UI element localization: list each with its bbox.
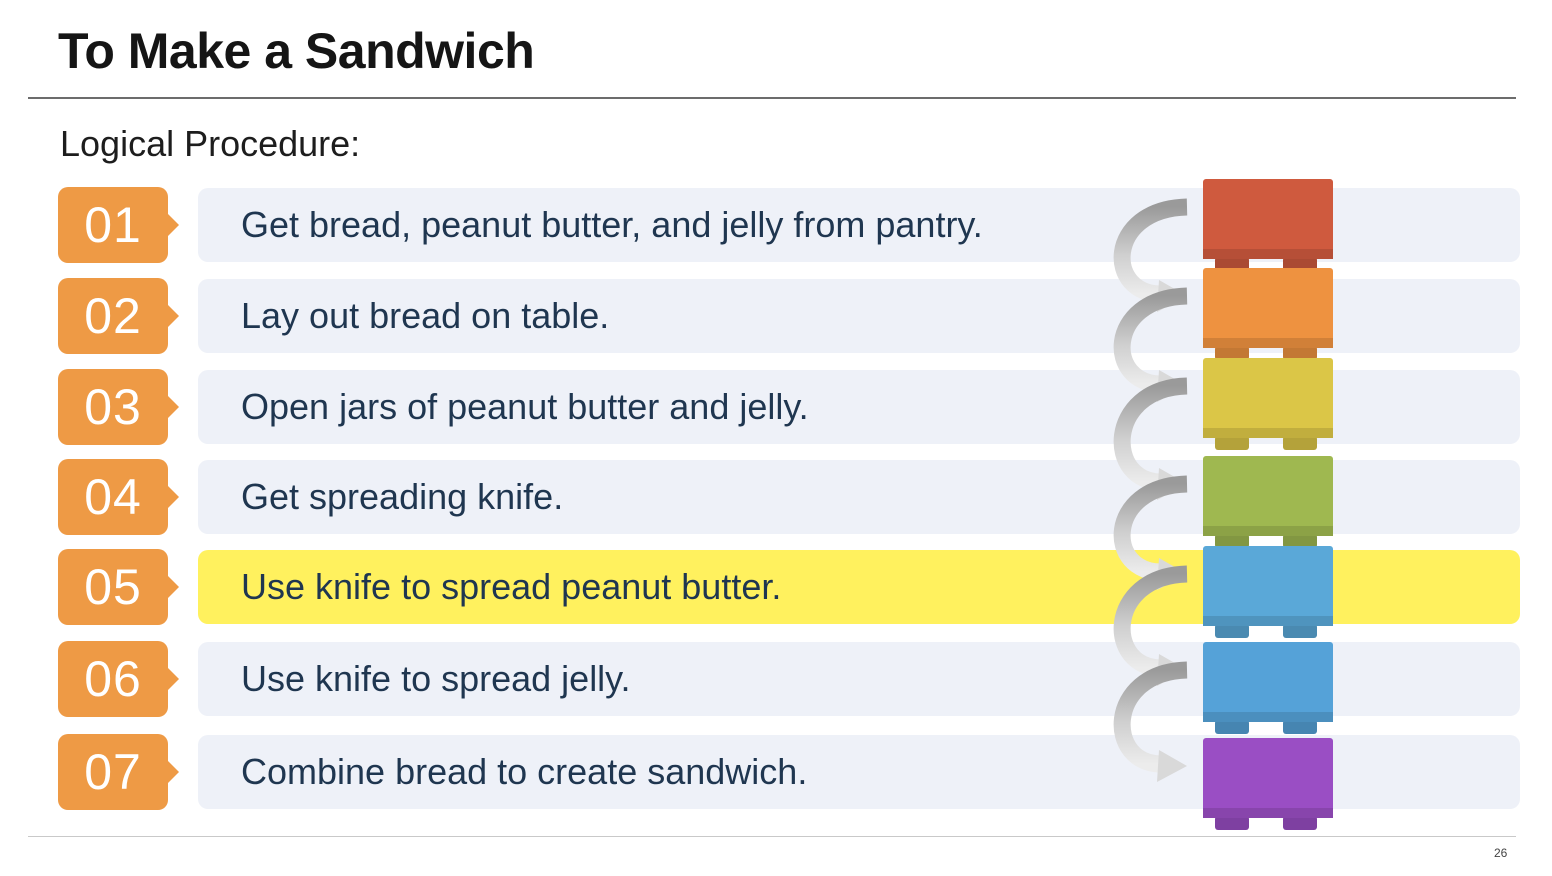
footer-divider <box>28 836 1516 837</box>
step-number-badge: 06 <box>58 641 179 717</box>
step-number-badge: 02 <box>58 278 179 354</box>
slide-title: To Make a Sandwich <box>58 23 535 79</box>
step-text: Get bread, peanut butter, and jelly from… <box>241 204 983 245</box>
building-block-icon <box>1203 738 1333 830</box>
building-block-icon <box>1203 642 1333 734</box>
step-text: Combine bread to create sandwich. <box>241 751 808 792</box>
building-block-icon <box>1203 546 1333 638</box>
building-block-icon <box>1203 179 1333 271</box>
step-text: Lay out bread on table. <box>241 295 610 336</box>
step-text: Get spreading knife. <box>241 476 564 517</box>
building-block-icon <box>1203 358 1333 450</box>
step-number-badge: 07 <box>58 734 179 810</box>
page-number: 26 <box>1494 846 1508 860</box>
step-number-badge: 03 <box>58 369 179 445</box>
step-number-badge: 04 <box>58 459 179 535</box>
step-number-badge: 05 <box>58 549 179 625</box>
section-subtitle: Logical Procedure: <box>60 123 361 164</box>
step-number-badge: 01 <box>58 187 179 263</box>
step-text: Use knife to spread jelly. <box>241 658 631 699</box>
curved-arrow-icon <box>1113 661 1188 782</box>
step-text: Use knife to spread peanut butter. <box>241 566 782 607</box>
step-text: Open jars of peanut butter and jelly. <box>241 386 809 427</box>
title-divider <box>28 97 1516 99</box>
building-block-icon <box>1203 456 1333 548</box>
building-block-stack <box>1113 179 1333 830</box>
building-block-icon <box>1203 268 1333 360</box>
